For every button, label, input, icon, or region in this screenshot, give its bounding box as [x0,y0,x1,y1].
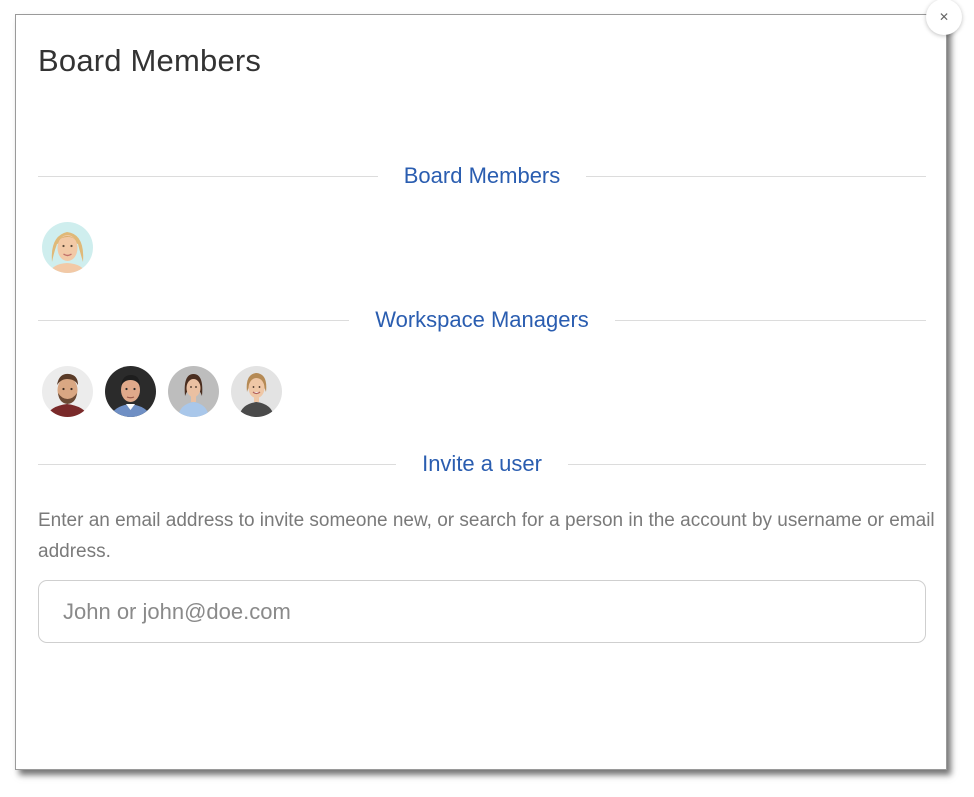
avatar-woman-blonde-icon [42,222,93,273]
invite-help-text: Enter an email address to invite someone… [38,510,935,562]
board-members-heading: Board Members [403,163,561,188]
divider-line-right [567,463,926,465]
avatar-woman-brunette-icon [168,366,219,417]
manager-avatar[interactable] [42,366,93,417]
invite-user-divider: Invite a user [38,449,926,479]
workspace-managers-heading: Workspace Managers [375,307,589,332]
modal-title: Board Members [38,43,262,78]
board-members-divider: Board Members [38,161,927,191]
close-icon: ✕ [938,10,950,24]
workspace-managers-divider: Workspace Managers [38,305,927,335]
manager-avatar[interactable] [231,366,282,417]
invite-user-heading: Invite a user [422,451,542,476]
manager-avatar[interactable] [168,366,219,417]
avatar-woman-smiling-icon [231,366,282,417]
board-members-list [42,222,93,273]
divider-line-right [614,319,927,321]
workspace-managers-list [42,366,282,417]
divider-line-left [38,175,378,177]
member-avatar[interactable] [42,222,93,273]
divider-line-right [586,175,927,177]
divider-line-left [38,319,350,321]
divider-line-left [38,463,397,465]
invite-search-input[interactable] [38,580,926,643]
board-members-modal: ✕ Board Members Board Members Workspace … [15,0,962,770]
close-button[interactable]: ✕ [926,0,962,35]
avatar-man-dark-icon [105,366,156,417]
manager-avatar[interactable] [105,366,156,417]
avatar-man-beard-icon [42,366,93,417]
